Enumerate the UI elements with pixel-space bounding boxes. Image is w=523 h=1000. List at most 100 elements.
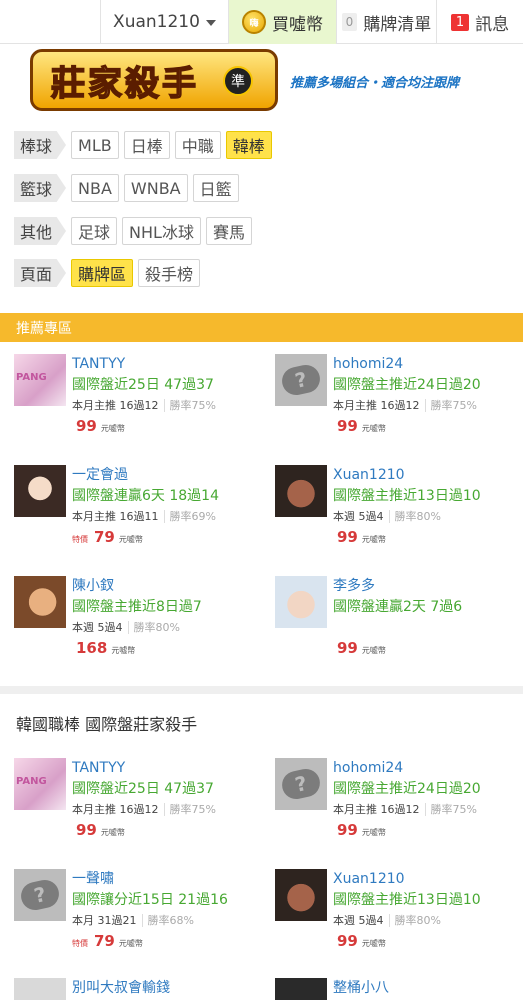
price-row[interactable]: 99 元噓幣: [337, 639, 386, 657]
chip-soccer[interactable]: 足球: [71, 217, 118, 245]
coin-icon: 嗨: [242, 10, 266, 34]
chip-nhl[interactable]: NHL冰球: [122, 217, 201, 245]
chip-mlb[interactable]: MLB: [71, 131, 119, 159]
chip-cpbl[interactable]: 中職: [174, 131, 221, 159]
win-rate: 勝率75%: [163, 803, 216, 816]
avatar: [14, 576, 66, 628]
purchase-list-button[interactable]: 0 購牌清單: [336, 0, 436, 44]
unknown-user-icon: ?: [279, 766, 323, 802]
price-row[interactable]: 特價 79 元噓幣: [72, 932, 143, 950]
tipster-info: hohomi24 國際盤主推近24日過20 本月主推 16過12 勝率75%: [333, 354, 523, 416]
price: 168: [76, 639, 108, 657]
tipster-name[interactable]: Xuan1210: [333, 465, 523, 485]
banner-tagline: 推薦多場組合・適合均注跟牌: [290, 76, 460, 91]
chip-purchase-area[interactable]: 購牌區: [71, 259, 134, 287]
chip-horse-racing[interactable]: 賽馬: [205, 217, 252, 245]
messages-button[interactable]: 1 訊息: [436, 0, 523, 44]
buy-coin-button[interactable]: 嗨 買噓幣: [228, 0, 336, 44]
win-rate: 勝率75%: [424, 803, 477, 816]
tipster-name[interactable]: 別叫大叔會輸錢: [72, 978, 262, 998]
chip-kbo[interactable]: 韓棒: [225, 131, 272, 159]
tipster-card[interactable]: 李多多 國際盤連贏2天 7過6 99 元噓幣: [275, 576, 523, 676]
tipster-stats: 本週 5過4 勝率80%: [72, 618, 262, 638]
tipster-stats: 本月主推 16過11 勝率69%: [72, 507, 262, 527]
price-unit: 元噓幣: [361, 828, 386, 837]
tipster-info: 陳小釵 國際盤主推近8日過7 本週 5過4 勝率80%: [72, 576, 262, 638]
user-menu[interactable]: Xuan1210: [100, 0, 228, 44]
tipster-record: 國際盤主推近13日過10: [333, 488, 481, 504]
tipster-card[interactable]: Xuan1210 國際盤主推近13日過10 本週 5過4 勝率80% 99 元噓幣: [275, 869, 523, 969]
tipster-info: TANTYY 國際盤近25日 47過37 本月主推 16過12 勝率75%: [72, 354, 262, 416]
tipster-card[interactable]: 一定會過 國際盤連贏6天 18過14 本月主推 16過11 勝率69% 特價 79 元…: [14, 465, 264, 565]
tipster-card[interactable]: ? 一聲嘯 國際讓分近15日 21過16 本月 31過21 勝率68% 特價 79 元…: [14, 869, 264, 969]
tipster-name[interactable]: hohomi24: [333, 354, 523, 374]
tipster-card[interactable]: PANG TANTYY 國際盤近25日 47過37 本月主推 16過12 勝率75…: [14, 354, 264, 454]
tipster-card[interactable]: Xuan1210 國際盤主推近13日過10 本週 5過4 勝率80% 99 元噓幣: [275, 465, 523, 565]
tipster-name[interactable]: 一聲嘯: [72, 869, 262, 889]
price: 99: [76, 417, 97, 435]
price-row[interactable]: 99 元噓幣: [337, 417, 386, 435]
tipster-card[interactable]: 別叫大叔會輸錢: [14, 978, 264, 1000]
tipster-card[interactable]: PANG TANTYY 國際盤近25日 47過37 本月主推 16過12 勝率75…: [14, 758, 264, 858]
username-label: Xuan1210: [113, 12, 200, 32]
price-row[interactable]: 99 元噓幣: [76, 821, 125, 839]
tipster-card[interactable]: ? hohomi24 國際盤主推近24日過20 本月主推 16過12 勝率75% …: [275, 354, 523, 454]
price-row[interactable]: 99 元噓幣: [337, 528, 386, 546]
avatar: [275, 576, 327, 628]
tipster-name[interactable]: 李多多: [333, 576, 523, 596]
tipster-info: 別叫大叔會輸錢: [72, 978, 262, 998]
tipster-card[interactable]: 陳小釵 國際盤主推近8日過7 本週 5過4 勝率80% 168 元噓幣: [14, 576, 264, 676]
tipster-record: 國際盤近25日 47過37: [72, 781, 214, 797]
tipster-name[interactable]: hohomi24: [333, 758, 523, 778]
logo-text: 莊家殺手: [50, 63, 199, 105]
price: 99: [337, 932, 358, 950]
tipster-name[interactable]: 整桶小八: [333, 978, 523, 998]
tipster-name[interactable]: TANTYY: [72, 758, 262, 778]
tipster-name[interactable]: 一定會過: [72, 465, 262, 485]
messages-label: 訊息: [475, 14, 510, 35]
chip-killer-ranking[interactable]: 殺手榜: [138, 259, 201, 287]
price-row[interactable]: 168 元噓幣: [76, 639, 135, 657]
price-row[interactable]: 特價 79 元噓幣: [72, 528, 143, 546]
tipster-card[interactable]: ? hohomi24 國際盤主推近24日過20 本月主推 16過12 勝率75% …: [275, 758, 523, 858]
price-unit: 元噓幣: [111, 646, 136, 655]
tipster-record: 國際讓分近15日 21過16: [72, 892, 228, 908]
chip-npb[interactable]: 日棒: [123, 131, 170, 159]
chip-wnba[interactable]: WNBA: [123, 174, 188, 202]
tipster-stats: 本月主推 16過12 勝率75%: [72, 800, 262, 820]
buy-coin-label: 買噓幣: [272, 14, 323, 35]
avatar: ?: [275, 758, 327, 810]
stats-text: 本週 5過4: [72, 621, 123, 634]
section-divider: [0, 686, 523, 694]
tipster-record: 國際盤近25日 47過37: [72, 377, 214, 393]
price-row[interactable]: 99 元噓幣: [76, 417, 125, 435]
stats-text: 本週 5過4: [333, 914, 384, 927]
price: 99: [337, 639, 358, 657]
avatar: ?: [14, 869, 66, 921]
tipster-name[interactable]: Xuan1210: [333, 869, 523, 889]
win-rate: 勝率75%: [424, 399, 477, 412]
tipster-record: 國際盤主推近24日過20: [333, 377, 481, 393]
avatar: [14, 978, 66, 1000]
sale-label: 特價: [72, 535, 88, 544]
tipster-card[interactable]: 整桶小八: [275, 978, 523, 1000]
site-logo[interactable]: 莊家殺手 準: [30, 49, 278, 111]
stats-text: 本月主推 16過11: [72, 510, 159, 523]
tipster-record: 國際盤主推近8日過7: [72, 599, 202, 615]
tipster-info: TANTYY 國際盤近25日 47過37 本月主推 16過12 勝率75%: [72, 758, 262, 820]
tipster-record: 國際盤主推近13日過10: [333, 892, 481, 908]
top-bar-spacer: [0, 0, 100, 43]
win-rate: 勝率80%: [388, 914, 441, 927]
avatar: [14, 465, 66, 517]
category-row-basketball: 籃球 NBA WNBA 日籃: [14, 174, 239, 202]
tipster-stats: 本週 5過4 勝率80%: [333, 911, 523, 931]
tipster-stats: 本月主推 16過12 勝率75%: [72, 396, 262, 416]
tipster-info: hohomi24 國際盤主推近24日過20 本月主推 16過12 勝率75%: [333, 758, 523, 820]
tipster-stats: 本月主推 16過12 勝率75%: [333, 396, 523, 416]
tipster-name[interactable]: TANTYY: [72, 354, 262, 374]
tipster-name[interactable]: 陳小釵: [72, 576, 262, 596]
price-row[interactable]: 99 元噓幣: [337, 932, 386, 950]
chip-nba[interactable]: NBA: [71, 174, 119, 202]
price-row[interactable]: 99 元噓幣: [337, 821, 386, 839]
chip-jbasket[interactable]: 日籃: [192, 174, 239, 202]
